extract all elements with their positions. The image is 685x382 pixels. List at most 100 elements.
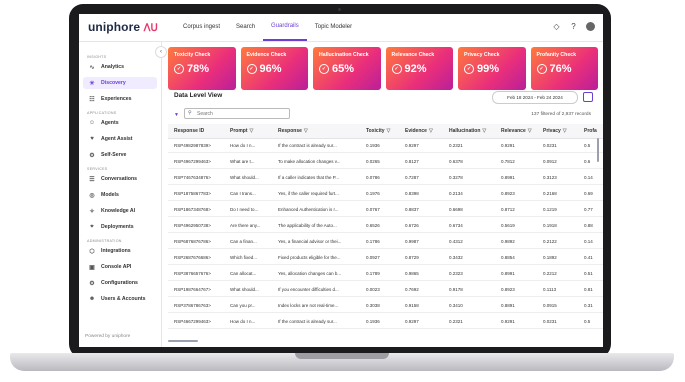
search-box[interactable]: ⚲ xyxy=(184,108,290,119)
calendar-icon[interactable] xyxy=(583,92,593,102)
table-row[interactable]: RSP7467634876> What should... If a caller … xyxy=(168,171,603,185)
card-value: ✓ 99% xyxy=(464,63,520,75)
logo[interactable]: uniphore ᐱᑌ xyxy=(88,20,158,34)
table-cell: 0.0786 xyxy=(366,175,380,180)
sidebar-item-agents[interactable]: ☺ Agents xyxy=(83,117,157,129)
table-cell: RSP4967299463> xyxy=(174,159,211,164)
table-cell: 0.8991 xyxy=(501,175,515,180)
table-cell: Are there any... xyxy=(230,223,261,228)
table-cell: 0.0231 xyxy=(543,319,557,324)
check-card-relevance-check[interactable]: Relevance Check ✓ 92% xyxy=(385,47,453,90)
experiences-icon: ☷ xyxy=(89,96,95,103)
column-header[interactable]: Evidence ▽ xyxy=(405,124,433,138)
check-card-toxicity-check[interactable]: Toxicity Check ✓ 78% xyxy=(168,47,236,90)
filter-icon[interactable]: ▽ xyxy=(250,128,254,134)
check-icon: ✓ xyxy=(246,64,257,74)
sidebar-item-self-serve[interactable]: ⚙ Self-Serve xyxy=(83,149,157,161)
table-cell: 0.8837 xyxy=(405,207,419,212)
sidebar-item-agent-assist[interactable]: ♥ Agent Assist xyxy=(83,133,157,145)
check-card-privacy-check[interactable]: Privacy Check ✓ 99% xyxy=(458,47,526,90)
sidebar-item-deployments[interactable]: ⌖ Deployments xyxy=(83,221,157,233)
self-serve-icon: ⚙ xyxy=(89,152,95,159)
table-cell: 0.6726 xyxy=(405,223,419,228)
column-header[interactable]: Prompt ▽ xyxy=(230,124,253,138)
table-row[interactable]: RSP6876876786> Can a finan... Yes, a finan… xyxy=(168,235,603,249)
horizontal-scrollbar[interactable] xyxy=(168,340,198,342)
table-cell: RSP4667299463> xyxy=(174,319,211,324)
users-icon: ☻ xyxy=(88,296,96,302)
data-table: Response ID Prompt ▽ Response ▽ Toxicity ▽ Evid… xyxy=(168,124,603,339)
agent-assist-icon: ♥ xyxy=(90,136,94,142)
help-icon[interactable]: ? xyxy=(569,22,578,31)
vertical-scrollbar[interactable] xyxy=(597,138,599,162)
sidebar-item-analytics[interactable]: ∿ Analytics xyxy=(83,61,157,73)
table-cell: 0.0265 xyxy=(366,159,380,164)
table-row[interactable]: RSP1867348768> Do I need to... Enhanced Au… xyxy=(168,203,603,217)
table-cell: How do I n... xyxy=(230,319,256,324)
table-cell: To make allocation changes v... xyxy=(278,159,341,164)
table-row[interactable]: RSP4967299463> What are t... To make alloc… xyxy=(168,155,603,169)
date-range-picker[interactable]: Feb 18 2024 - Feb 24 2024 xyxy=(492,91,578,104)
sidebar-item-knowledge-ai[interactable]: ✧ Knowledge AI xyxy=(83,205,157,217)
table-row[interactable]: RSP4667299463> How do I n... If the contra… xyxy=(168,315,603,329)
filter-icon[interactable]: ▽ xyxy=(563,128,567,134)
tab-corpus-ingest[interactable]: Corpus ingest xyxy=(175,14,228,41)
table-cell: What should... xyxy=(230,175,259,180)
tab-guardrails[interactable]: Guardrails xyxy=(263,14,307,41)
sidebar-item-discovery[interactable]: ☀ Discovery xyxy=(83,77,157,89)
column-header[interactable]: Privacy ▽ xyxy=(543,124,567,138)
check-icon: ✓ xyxy=(174,64,184,74)
table-cell: 0.7287 xyxy=(405,175,419,180)
sidebar-item-configurations[interactable]: ⚙ Configurations xyxy=(83,277,157,289)
knowledge-icon: ✧ xyxy=(89,208,95,215)
check-card-hallucination-check[interactable]: Hallucination Check ✓ 65% xyxy=(313,47,381,90)
column-header[interactable]: Response ▽ xyxy=(278,124,308,138)
column-header[interactable]: Relevance ▽ xyxy=(501,124,532,138)
check-card-evidence-check[interactable]: Evidence Check ✓ 96% xyxy=(240,47,308,90)
filter-icon[interactable]: ▽ xyxy=(528,128,532,134)
table-cell: 0.3123 xyxy=(543,175,557,180)
tab-topic-modeler[interactable]: Topic Modeler xyxy=(307,14,360,41)
card-title: Toxicity Check xyxy=(174,52,211,58)
bell-icon[interactable]: ◇ xyxy=(552,22,561,31)
filter-icon[interactable]: ▽ xyxy=(387,128,391,134)
collapse-sidebar-button[interactable]: ‹ xyxy=(155,46,167,58)
table-cell: The applicability of the Auto... xyxy=(278,223,337,228)
table-row[interactable]: RSP2687676686> Which fixed... Fixed produc… xyxy=(168,251,603,265)
table-row[interactable]: RSP3786786763> Can you pr... Index locks a… xyxy=(168,299,603,313)
check-card-profanity-check[interactable]: Profanity Check ✓ 76% xyxy=(530,47,598,90)
search-input[interactable] xyxy=(197,109,287,118)
table-cell: 0.5 xyxy=(584,319,591,324)
section-label: ADMINISTRATION xyxy=(87,239,122,243)
table-row[interactable]: RSP1875867783> Can I trans... Yes, if the … xyxy=(168,187,603,201)
table-row[interactable]: RSP3876657676> Can allocat... Yes, allocat… xyxy=(168,267,603,281)
analytics-icon: ∿ xyxy=(89,64,95,71)
sidebar-item-users-accounts[interactable]: ☻ Users & Accounts xyxy=(83,293,157,305)
table-cell: What are t... xyxy=(230,159,255,164)
column-header[interactable]: Profa xyxy=(584,124,597,138)
table-cell: 0.9865 xyxy=(405,271,419,276)
table-cell: RSP4962950738> xyxy=(174,223,211,228)
table-cell: Yes, allocation changes can b... xyxy=(278,271,342,276)
sidebar-item-console-api[interactable]: ▣ Console API xyxy=(83,261,157,273)
table-row[interactable]: RSP4982987839> How do I n... If the contra… xyxy=(168,139,603,153)
sidebar-item-integrations[interactable]: ⬡ Integrations xyxy=(83,245,157,257)
tab-search[interactable]: Search xyxy=(228,14,263,41)
column-header[interactable]: Response ID xyxy=(174,124,204,138)
table-row[interactable]: RSP1987664767> What should... If you encou… xyxy=(168,283,603,297)
column-header[interactable]: Toxicity ▽ xyxy=(366,124,390,138)
table-cell: 0.1113 xyxy=(543,287,557,292)
avatar[interactable] xyxy=(586,22,595,31)
sidebar-item-label: Analytics xyxy=(101,64,125,70)
filter-icon[interactable]: ▽ xyxy=(304,128,308,134)
table-cell: 0.1918 xyxy=(543,223,557,228)
column-header[interactable]: Hallucination ▽ xyxy=(449,124,486,138)
table-cell: 0.1976 xyxy=(366,191,380,196)
table-row[interactable]: RSP4962950738> Are there any... The applic… xyxy=(168,219,603,233)
filter-icon[interactable]: ▽ xyxy=(429,128,433,134)
sidebar-item-experiences[interactable]: ☷ Experiences xyxy=(83,93,157,105)
sidebar-item-conversations[interactable]: ☰ Conversations xyxy=(83,173,157,185)
filter-icon[interactable]: ▽ xyxy=(482,128,486,134)
sidebar-item-models[interactable]: ◎ Models xyxy=(83,189,157,201)
filter-icon[interactable]: ▼ xyxy=(174,112,179,118)
